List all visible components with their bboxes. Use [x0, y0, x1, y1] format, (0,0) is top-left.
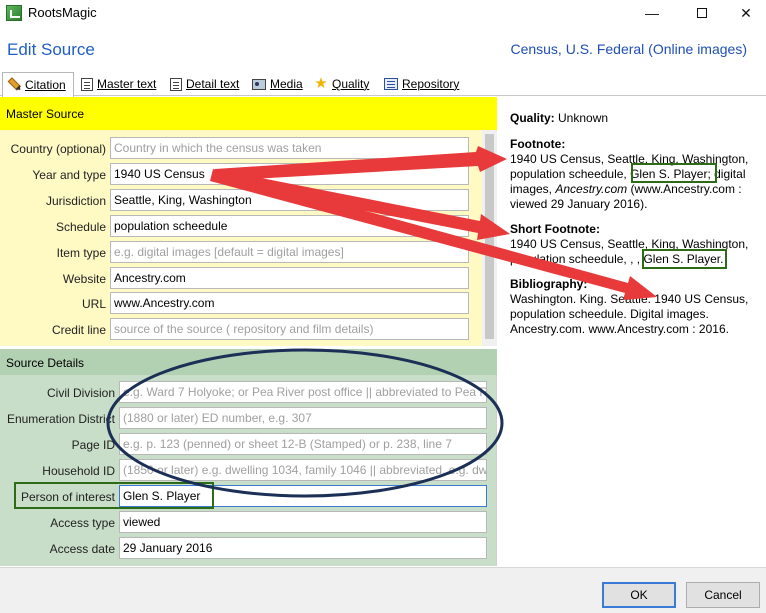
page-id-field[interactable]: e.g. p. 123 (penned) or sheet 12-B (Stam…	[119, 433, 487, 455]
bibliography-line-1: Washington. King. Seattle. 1940 US Censu…	[510, 292, 749, 306]
footnote-heading: Footnote:	[510, 137, 566, 151]
footnote-line-4: viewed 29 January 2016).	[510, 197, 648, 211]
master-source-header: Master Source	[0, 97, 497, 130]
page-title: Edit Source	[7, 40, 95, 59]
minimize-button[interactable]: —	[629, 0, 675, 26]
tab-media[interactable]: Media	[248, 72, 307, 96]
short-footnote-text: population scheedule, , ,	[510, 252, 644, 266]
url-field[interactable]: www.Ancestry.com	[110, 292, 469, 314]
tab-bar: Citation Master text Detail text Media ★…	[0, 72, 766, 97]
footnote-text-d: (www.Ancestry.com :	[627, 182, 742, 196]
year-type-label: Year and type	[32, 168, 106, 182]
quality-line: Quality: Unknown	[510, 111, 758, 126]
civil-division-label: Civil Division	[46, 386, 115, 400]
media-icon	[252, 78, 266, 90]
tab-quality-label: Quality	[332, 77, 370, 91]
tab-detail-text-label: Detail text	[186, 77, 240, 91]
footnote-italic: Ancestry.com	[555, 182, 628, 196]
source-details-header: Source Details	[0, 349, 497, 375]
tab-quality[interactable]: ★ Quality	[310, 72, 373, 96]
footnote-line-3: images, Ancestry.com (www.Ancestry.com :	[510, 182, 758, 197]
master-scrollbar-thumb[interactable]	[485, 134, 494, 339]
country-label: Country (optional)	[10, 142, 106, 156]
schedule-label: Schedule	[55, 220, 106, 234]
credit-line-label: Credit line	[51, 323, 106, 337]
title-bar: RootsMagic — ✕	[0, 0, 766, 26]
cancel-button[interactable]: Cancel	[686, 582, 760, 608]
source-details-panel: Source Details Civil Division e.g. Ward …	[0, 349, 497, 566]
app-logo-icon	[6, 5, 22, 21]
person-of-interest-highlight-box	[14, 482, 214, 509]
maximize-button[interactable]	[679, 0, 725, 26]
tab-citation[interactable]: Citation	[2, 72, 74, 97]
footnote-highlight-box	[631, 163, 717, 183]
tab-master-text[interactable]: Master text	[77, 72, 160, 96]
repository-icon	[384, 78, 398, 90]
tab-repository-label: Repository	[402, 77, 460, 91]
tab-citation-label: Citation	[25, 78, 66, 92]
item-type-label: Item type	[56, 246, 106, 260]
credit-line-field[interactable]: source of the source ( repository and fi…	[110, 318, 469, 340]
tab-detail-text[interactable]: Detail text	[166, 72, 243, 96]
civil-division-field[interactable]: e.g. Ward 7 Holyoke; or Pea River post o…	[119, 381, 487, 403]
schedule-field[interactable]: population scheedule	[110, 215, 469, 237]
document-icon	[81, 77, 93, 91]
access-type-label: Access type	[50, 516, 115, 530]
tab-repository[interactable]: Repository	[380, 72, 463, 96]
quality-label: Quality:	[510, 111, 555, 125]
household-id-field[interactable]: (1850 or later) e.g. dwelling 1034, fami…	[119, 459, 487, 481]
page-id-label: Page ID	[71, 438, 115, 452]
short-footnote-heading: Short Footnote:	[510, 222, 600, 236]
maximize-icon	[697, 8, 707, 18]
enumeration-district-field[interactable]: (1880 or later) ED number, e.g. 307	[119, 407, 487, 429]
url-label: URL	[81, 297, 106, 311]
website-label: Website	[62, 272, 106, 286]
footnote-text-c: images,	[510, 182, 556, 196]
household-id-label: Household ID	[42, 464, 115, 478]
master-source-panel: Master Source Country (optional) Country…	[0, 97, 497, 346]
enumeration-district-label: Enumeration District	[6, 412, 115, 426]
document-icon	[170, 77, 182, 91]
star-icon: ★	[314, 75, 328, 92]
tab-master-text-label: Master text	[97, 77, 157, 91]
website-field[interactable]: Ancestry.com	[110, 267, 469, 289]
jurisdiction-label: Jurisdiction	[45, 194, 106, 208]
app-title: RootsMagic	[28, 5, 97, 20]
access-date-field[interactable]: 29 January 2016	[119, 537, 487, 559]
master-scrollbar[interactable]	[482, 130, 497, 346]
bibliography-heading: Bibliography:	[510, 277, 588, 291]
short-footnote-highlight-box	[642, 249, 727, 269]
country-field[interactable]: Country in which the census was taken	[110, 137, 469, 159]
source-type-label: Census, U.S. Federal (Online images)	[510, 41, 747, 57]
footnote-text-a: population scheedule,	[510, 167, 631, 181]
item-type-field[interactable]: e.g. digital images [default = digital i…	[110, 241, 469, 263]
tab-media-label: Media	[270, 77, 303, 91]
jurisdiction-field[interactable]: Seattle, King, Washington	[110, 189, 469, 211]
bibliography-line-2: population scheedule. Digital images.	[510, 307, 709, 321]
dialog-footer: OK Cancel	[0, 567, 766, 613]
close-button[interactable]: ✕	[723, 0, 766, 26]
bibliography-line-3: Ancestry.com. www.Ancestry.com : 2016.	[510, 322, 729, 336]
access-type-field[interactable]: viewed	[119, 511, 487, 533]
pencil-icon	[4, 75, 24, 95]
ok-button[interactable]: OK	[602, 582, 676, 608]
quality-value: Unknown	[558, 111, 609, 125]
year-type-field[interactable]: 1940 US Census	[110, 163, 469, 185]
bibliography-block: Bibliography: Washington. King. Seattle.…	[510, 277, 758, 337]
access-date-label: Access date	[49, 542, 115, 556]
